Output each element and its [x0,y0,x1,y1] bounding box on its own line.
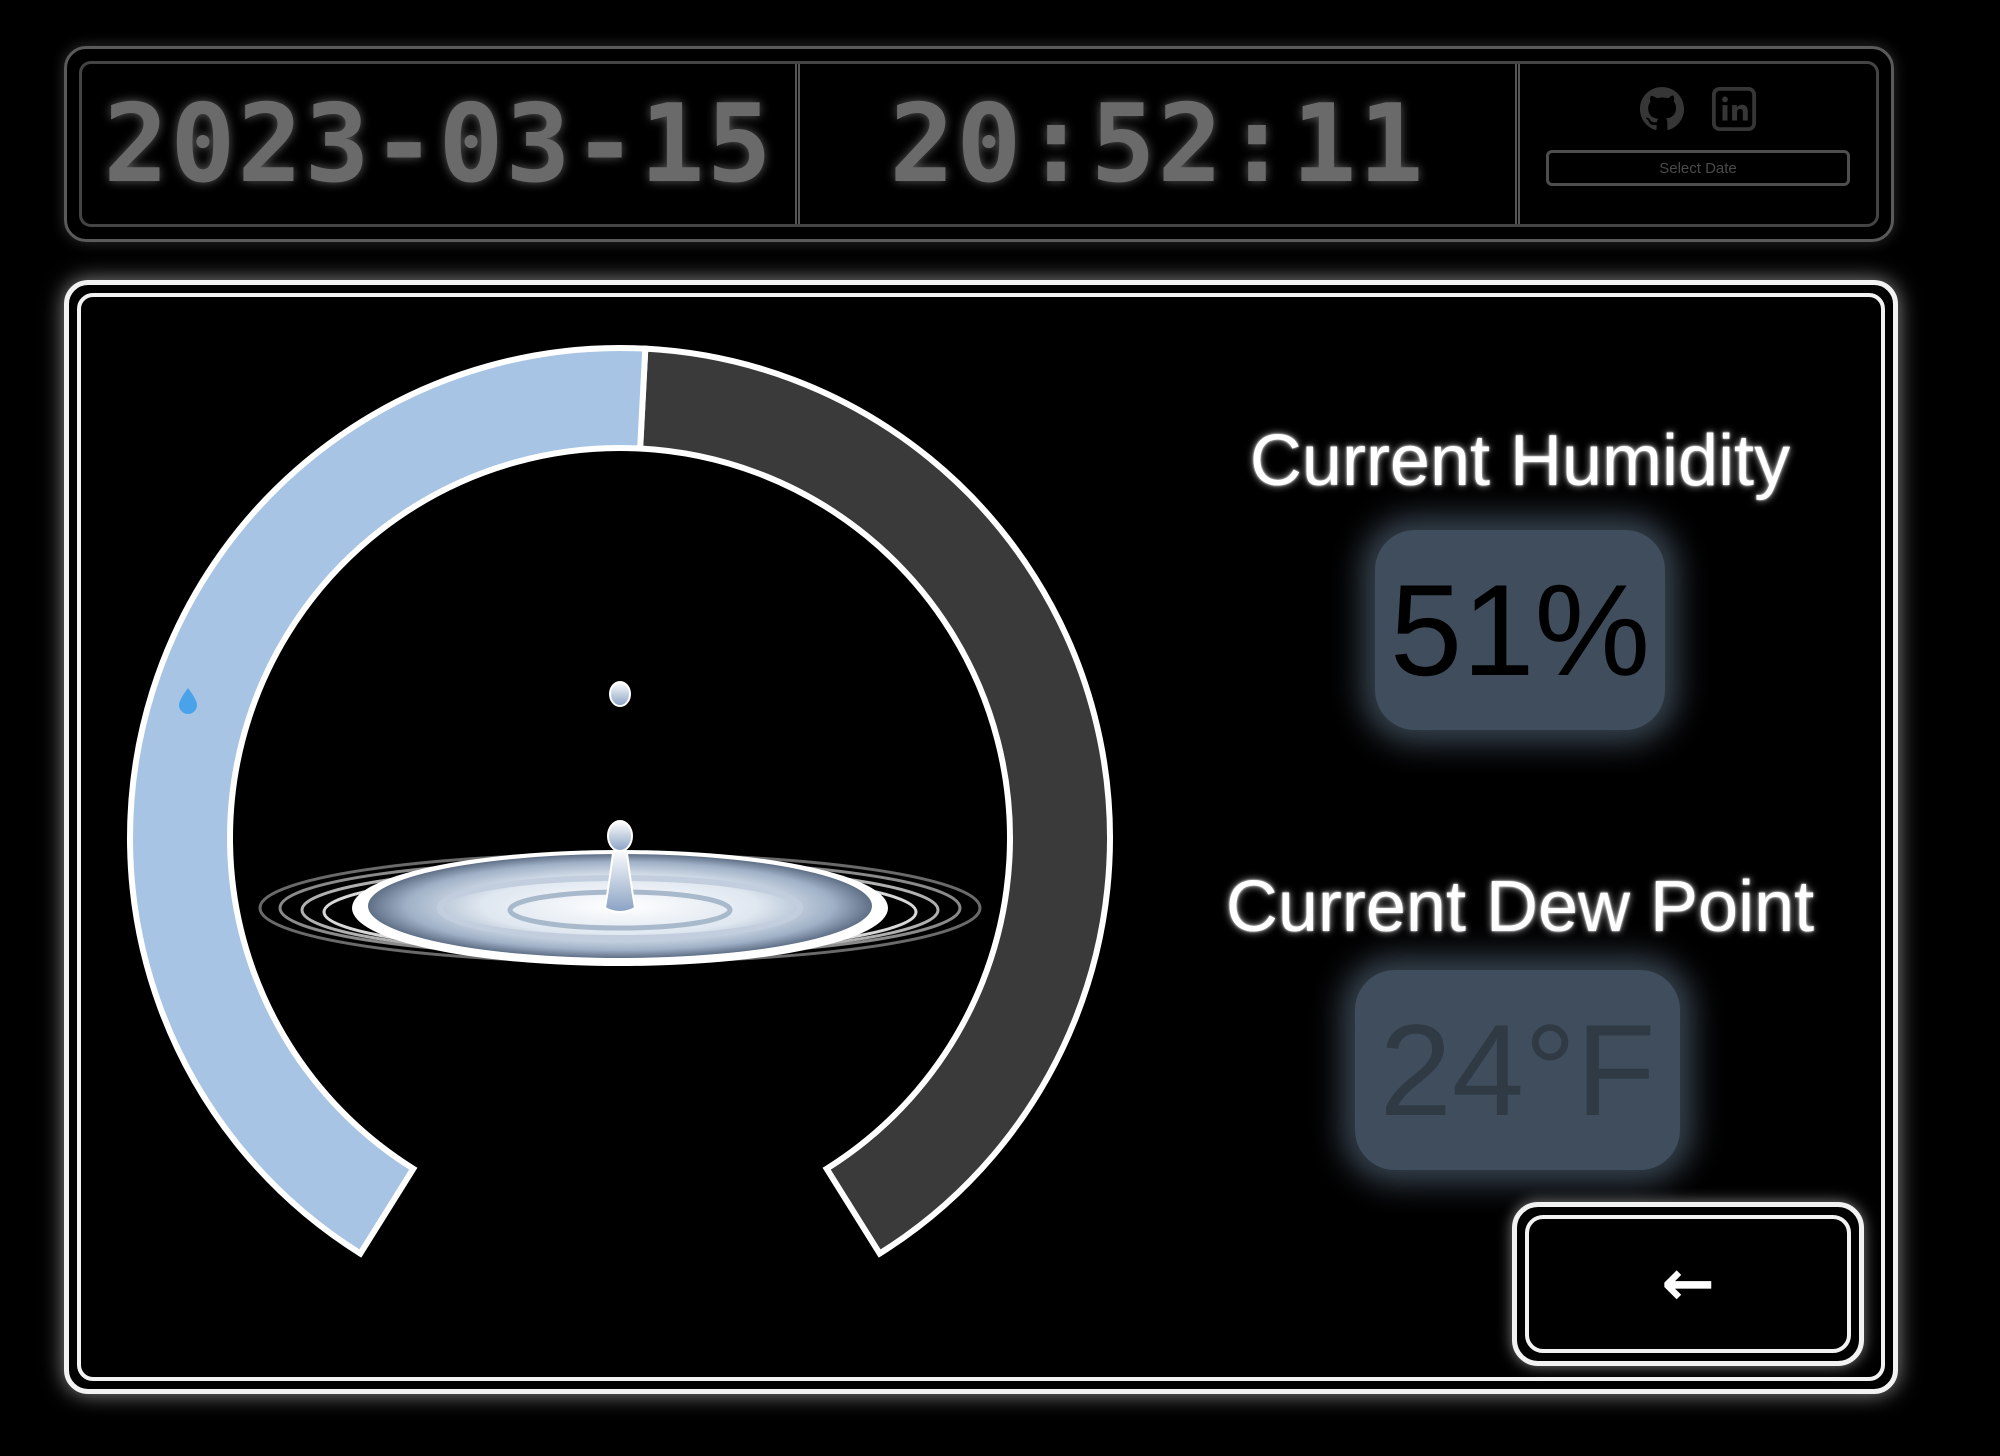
github-icon[interactable] [1639,86,1685,132]
dew-point-value: 24°F [1355,970,1680,1170]
tools-cell: Select Date [1520,64,1876,224]
weather-humidity-screen: 2023-03-15 20:52:11 Select Date Current … [0,0,2000,1456]
time-cell: 20:52:11 [800,64,1520,224]
date-display: 2023-03-15 [103,81,774,207]
back-button[interactable]: ← [1512,1202,1864,1366]
time-display: 20:52:11 [889,81,1426,207]
gauge-track [636,345,1113,1258]
humidity-gauge [127,345,1113,1258]
dew-point-label: Current Dew Point [1225,867,1815,947]
date-cell: 2023-03-15 [82,64,800,224]
back-arrow-icon: ← [1525,1215,1851,1353]
water-splash-illustration [258,681,982,966]
social-icons [1639,86,1757,132]
linkedin-icon[interactable] [1711,86,1757,132]
top-bar-inner: 2023-03-15 20:52:11 Select Date [79,61,1879,227]
select-date-button[interactable]: Select Date [1546,150,1850,186]
humidity-label: Current Humidity [1249,421,1791,501]
top-bar: 2023-03-15 20:52:11 Select Date [64,46,1894,242]
gauge-fill [127,345,649,1258]
humidity-value: 51% [1375,530,1665,730]
